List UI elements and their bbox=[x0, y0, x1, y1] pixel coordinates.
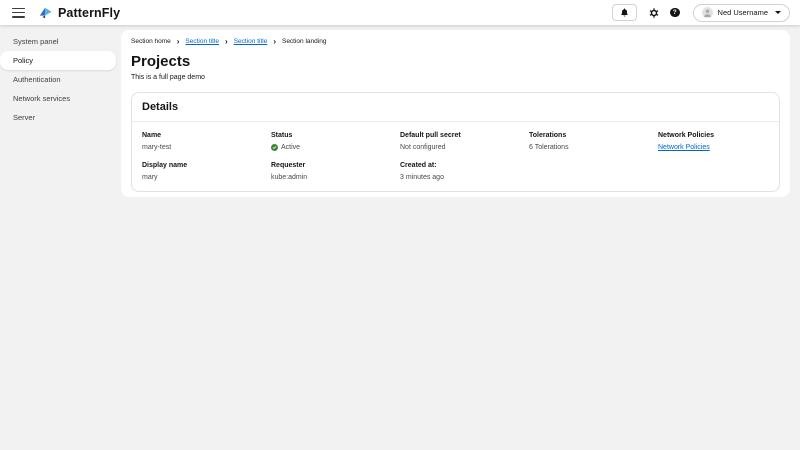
angle-right-icon: › bbox=[273, 39, 276, 45]
masthead-toolbar: ? Ned Username bbox=[612, 4, 790, 22]
angle-right-icon: › bbox=[225, 39, 228, 45]
field-term: Default pull secret bbox=[400, 132, 529, 139]
user-name: Ned Username bbox=[718, 8, 768, 17]
field-status: Status Active bbox=[271, 132, 400, 151]
gear-icon bbox=[649, 8, 659, 18]
field-network-policies: Network Policies Network Policies bbox=[658, 132, 787, 151]
field-term: Created at: bbox=[400, 162, 529, 169]
sidebar-item-policy[interactable]: Policy bbox=[0, 51, 116, 70]
chevron-down-icon bbox=[775, 11, 781, 14]
status-text: Active bbox=[281, 144, 300, 151]
angle-right-icon: › bbox=[177, 39, 180, 45]
breadcrumb-item-section-title-1[interactable]: Section title bbox=[185, 38, 219, 45]
settings-button[interactable] bbox=[649, 8, 659, 18]
sidebar-nav: System panel Policy Authentication Netwo… bbox=[0, 25, 121, 127]
field-value: Not configured bbox=[400, 144, 529, 151]
user-menu-dropdown[interactable]: Ned Username bbox=[693, 4, 790, 22]
network-policies-link[interactable]: Network Policies bbox=[658, 144, 710, 151]
breadcrumb-item-section-title-2[interactable]: Section title bbox=[234, 38, 268, 45]
page-subtitle: This is a full page demo bbox=[131, 74, 780, 81]
field-value: 6 Tolerations bbox=[529, 144, 658, 151]
field-display-name: Display name mary bbox=[142, 162, 271, 181]
card-body: Name mary-test Status Active bbox=[132, 122, 779, 181]
help-button[interactable]: ? bbox=[670, 8, 680, 18]
sidebar-item-system-panel[interactable]: System panel bbox=[0, 32, 121, 51]
notifications-button[interactable] bbox=[612, 4, 637, 21]
field-default-pull-secret: Default pull secret Not configured bbox=[400, 132, 529, 151]
avatar bbox=[702, 7, 713, 18]
help-icon: ? bbox=[670, 8, 680, 18]
field-term: Display name bbox=[142, 162, 271, 169]
field-created-at: Created at: 3 minutes ago bbox=[400, 162, 529, 181]
sidebar-item-network-services[interactable]: Network services bbox=[0, 89, 121, 108]
bell-icon bbox=[620, 8, 629, 17]
field-term: Network Policies bbox=[658, 132, 787, 139]
main-content-panel: Section home › Section title › Section t… bbox=[121, 30, 790, 197]
field-requester: Requester kube:admin bbox=[271, 162, 400, 181]
field-tolerations: Tolerations 6 Tolerations bbox=[529, 132, 658, 151]
brand-name: PatternFly bbox=[58, 6, 120, 20]
field-term: Status bbox=[271, 132, 400, 139]
field-value: mary-test bbox=[142, 144, 271, 151]
sidebar-item-authentication[interactable]: Authentication bbox=[0, 70, 121, 89]
description-list: Name mary-test Status Active bbox=[142, 132, 779, 181]
masthead: PatternFly ? bbox=[0, 0, 800, 25]
field-value: kube:admin bbox=[271, 174, 400, 181]
field-term: Name bbox=[142, 132, 271, 139]
field-term: Requester bbox=[271, 162, 400, 169]
page-title: Projects bbox=[131, 53, 780, 70]
breadcrumb-item-home: Section home bbox=[131, 38, 171, 45]
details-card: Details Name mary-test Status bbox=[131, 92, 780, 192]
check-circle-icon bbox=[271, 144, 278, 151]
card-title: Details bbox=[132, 93, 779, 121]
breadcrumb: Section home › Section title › Section t… bbox=[131, 38, 780, 45]
field-name: Name mary-test bbox=[142, 132, 271, 151]
field-value: mary bbox=[142, 174, 271, 181]
field-value: 3 minutes ago bbox=[400, 174, 529, 181]
brand: PatternFly bbox=[38, 6, 120, 20]
breadcrumb-item-current: Section landing bbox=[282, 38, 326, 45]
patternfly-logo bbox=[38, 6, 53, 20]
sidebar-item-server[interactable]: Server bbox=[0, 108, 121, 127]
hamburger-menu-icon[interactable] bbox=[12, 8, 25, 18]
field-term: Tolerations bbox=[529, 132, 658, 139]
